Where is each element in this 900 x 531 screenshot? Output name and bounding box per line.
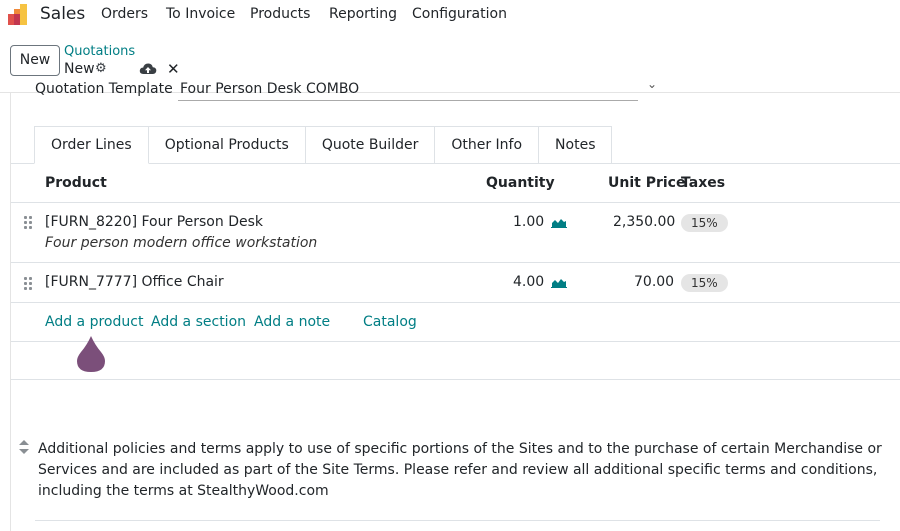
terms-and-conditions[interactable]: Additional policies and terms apply to u… <box>38 439 888 502</box>
tax-badge[interactable]: 15% <box>681 274 728 292</box>
add-section-link[interactable]: Add a section <box>151 314 246 330</box>
area-chart-icon[interactable] <box>551 217 567 228</box>
row-divider <box>11 262 900 263</box>
cloud-upload-icon[interactable] <box>139 61 157 77</box>
product-description: Four person modern office workstation <box>45 235 318 251</box>
row-divider <box>11 379 900 380</box>
quantity-value[interactable]: 1.00 <box>513 214 544 230</box>
sort-handle-icon[interactable] <box>19 440 29 454</box>
quotation-template-input[interactable]: Four Person Desk COMBO <box>178 81 638 101</box>
gear-icon[interactable]: ⚙ <box>95 61 107 76</box>
close-icon[interactable]: ✕ <box>167 60 180 78</box>
app-name[interactable]: Sales <box>40 4 85 24</box>
column-header-quantity[interactable]: Quantity <box>486 175 555 191</box>
dropdown-caret-icon[interactable]: ⌄ <box>647 77 657 91</box>
unit-price-value[interactable]: 2,350.00 <box>613 214 675 230</box>
tab-quote-builder[interactable]: Quote Builder <box>304 126 436 164</box>
form-sheet: Quotation Template Four Person Desk COMB… <box>10 77 900 531</box>
row-divider <box>11 341 900 342</box>
column-header-product[interactable]: Product <box>45 175 107 191</box>
menu-products[interactable]: Products <box>250 6 310 22</box>
row-divider <box>11 302 900 303</box>
menu-to-invoice[interactable]: To Invoice <box>166 6 235 22</box>
tab-optional-products[interactable]: Optional Products <box>147 126 306 164</box>
quotation-template-row: Quotation Template Four Person Desk COMB… <box>35 77 665 103</box>
terms-divider <box>35 520 880 521</box>
notebook-tabs: Order Lines Optional Products Quote Buil… <box>34 126 613 164</box>
tab-order-lines[interactable]: Order Lines <box>34 126 149 164</box>
menu-reporting[interactable]: Reporting <box>329 6 397 22</box>
new-button[interactable]: New <box>10 45 60 76</box>
sales-app-icon[interactable] <box>8 3 32 25</box>
drag-handle-icon[interactable] <box>24 216 32 229</box>
product-name[interactable]: [FURN_8220] Four Person Desk <box>45 214 263 230</box>
header-divider <box>11 202 900 203</box>
add-note-link[interactable]: Add a note <box>254 314 330 330</box>
quantity-value[interactable]: 4.00 <box>513 274 544 290</box>
tab-other-info[interactable]: Other Info <box>434 126 540 164</box>
quotation-template-label: Quotation Template <box>35 81 173 97</box>
product-name[interactable]: [FURN_7777] Office Chair <box>45 274 224 290</box>
catalog-link[interactable]: Catalog <box>363 314 417 330</box>
column-header-unit-price[interactable]: Unit Price <box>608 175 685 191</box>
menu-configuration[interactable]: Configuration <box>412 6 507 22</box>
unit-price-value[interactable]: 70.00 <box>634 274 674 290</box>
drag-handle-icon[interactable] <box>24 277 32 290</box>
top-navbar: Sales Orders To Invoice Products Reporti… <box>0 0 900 29</box>
area-chart-icon[interactable] <box>551 277 567 288</box>
tax-badge[interactable]: 15% <box>681 214 728 232</box>
menu-orders[interactable]: Orders <box>101 6 148 22</box>
cursor-drop-marker <box>77 336 105 372</box>
breadcrumb-quotations[interactable]: Quotations <box>64 44 135 59</box>
tab-notes[interactable]: Notes <box>538 126 613 164</box>
column-header-taxes[interactable]: Taxes <box>681 175 725 191</box>
add-product-link[interactable]: Add a product <box>45 314 143 330</box>
record-name: New <box>64 61 95 77</box>
